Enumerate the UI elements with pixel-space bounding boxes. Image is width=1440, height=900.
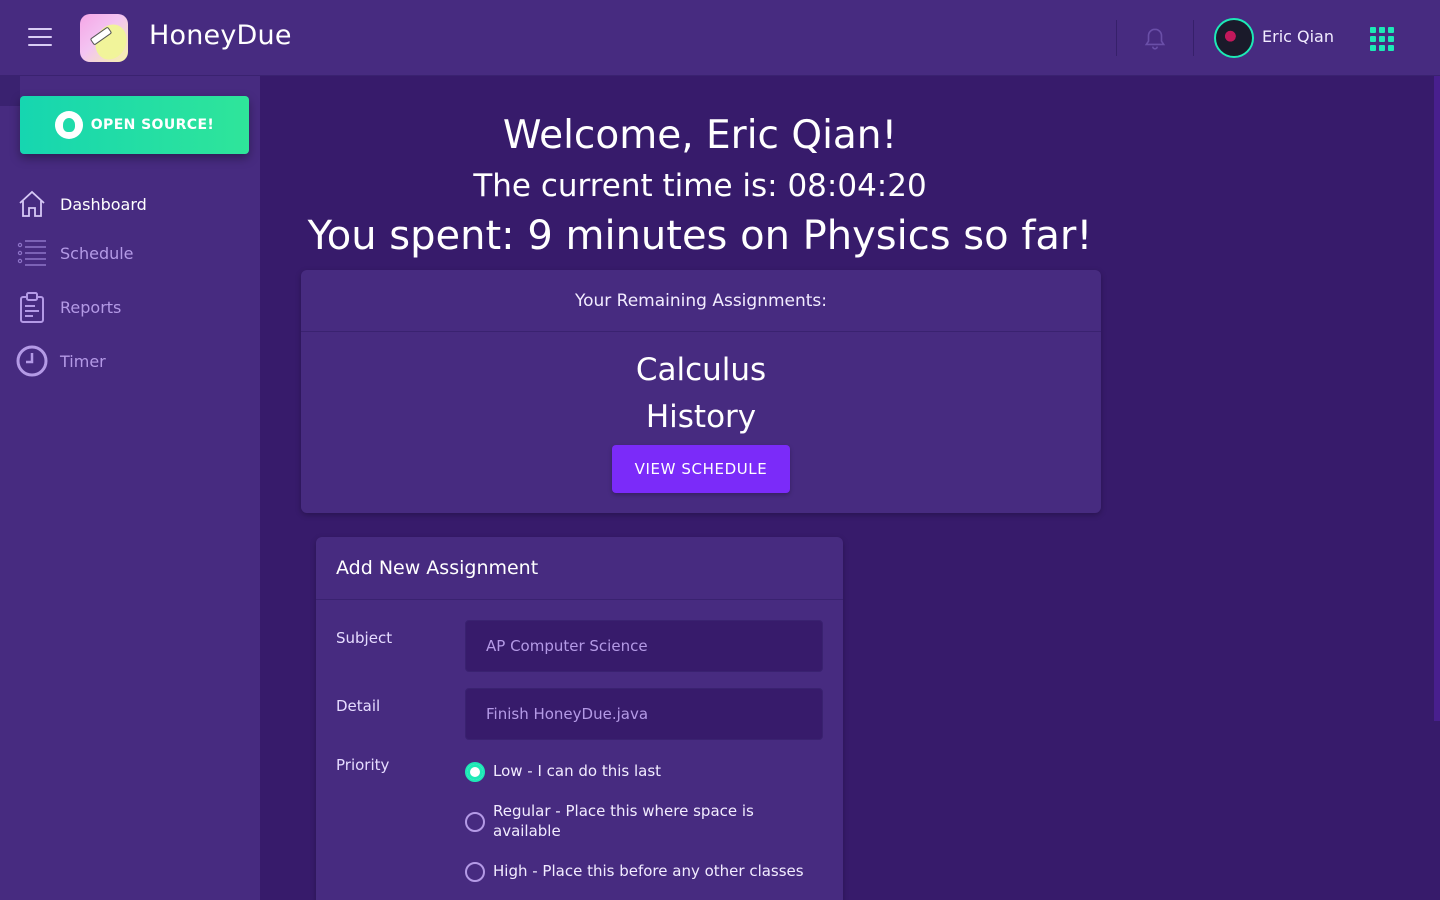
home-icon [19, 190, 45, 217]
time-spent: You spent: 9 minutes on Physics so far! [307, 213, 1093, 259]
clipboard-icon [20, 292, 44, 323]
sidebar-item-timer[interactable]: Timer [0, 339, 260, 383]
divider [1193, 20, 1194, 56]
sidebar: OPEN SOURCE! Dashboard Schedule Reports … [0, 76, 260, 900]
view-schedule-button[interactable]: VIEW SCHEDULE [612, 445, 790, 493]
priority-option-high[interactable]: High - Place this before any other class… [465, 861, 805, 882]
radio-button[interactable] [465, 762, 485, 782]
app-logo[interactable] [80, 14, 128, 62]
assignment-item: History [645, 399, 757, 435]
sidebar-accent [0, 76, 20, 106]
radio-button[interactable] [465, 812, 485, 832]
clock-icon [16, 345, 48, 377]
sidebar-item-reports[interactable]: Reports [0, 285, 260, 329]
radio-label: Low - I can do this last [493, 762, 662, 780]
detail-input[interactable] [465, 688, 823, 740]
subject-input[interactable] [465, 620, 823, 672]
brand-name[interactable]: HoneyDue [149, 20, 292, 51]
priority-option-regular[interactable]: Regular - Place this where space is avai… [465, 801, 805, 841]
card-title: Your Remaining Assignments: [301, 270, 1101, 332]
detail-label: Detail [336, 697, 381, 715]
add-assignment-card: Add New Assignment Subject Detail Priori… [316, 537, 843, 900]
divider [1116, 20, 1117, 56]
sidebar-item-schedule[interactable]: Schedule [0, 231, 260, 275]
github-icon [54, 111, 83, 139]
sidebar-item-label: Schedule [60, 243, 134, 263]
priority-option-low[interactable]: Low - I can do this last [465, 761, 805, 782]
open-source-label: OPEN SOURCE! [90, 117, 215, 133]
list-icon [17, 240, 46, 266]
priority-label: Priority [336, 756, 390, 774]
apps-grid-icon[interactable] [1370, 27, 1394, 51]
sidebar-item-dashboard[interactable]: Dashboard [0, 182, 260, 226]
open-source-button[interactable]: OPEN SOURCE! [20, 96, 249, 154]
sidebar-item-label: Timer [60, 351, 106, 371]
remaining-assignments-card: Your Remaining Assignments: Calculus His… [301, 270, 1101, 513]
sidebar-item-label: Reports [60, 297, 122, 317]
radio-label: High - Place this before any other class… [493, 862, 804, 880]
avatar[interactable] [1214, 18, 1254, 58]
card-title: Add New Assignment [316, 537, 843, 600]
welcome-heading: Welcome, Eric Qian! [502, 113, 898, 158]
radio-button[interactable] [465, 862, 485, 882]
sidebar-item-label: Dashboard [60, 194, 147, 214]
top-bar: HoneyDue Eric Qian [0, 0, 1440, 76]
scrollbar[interactable] [1434, 76, 1440, 721]
current-time: The current time is: 08:04:20 [473, 168, 927, 204]
subject-label: Subject [336, 629, 393, 647]
user-name[interactable]: Eric Qian [1262, 27, 1334, 46]
radio-label: Regular - Place this where space is avai… [493, 802, 754, 840]
menu-icon[interactable] [28, 28, 52, 48]
assignment-item: Calculus [635, 352, 767, 388]
bell-icon[interactable] [1142, 26, 1168, 52]
